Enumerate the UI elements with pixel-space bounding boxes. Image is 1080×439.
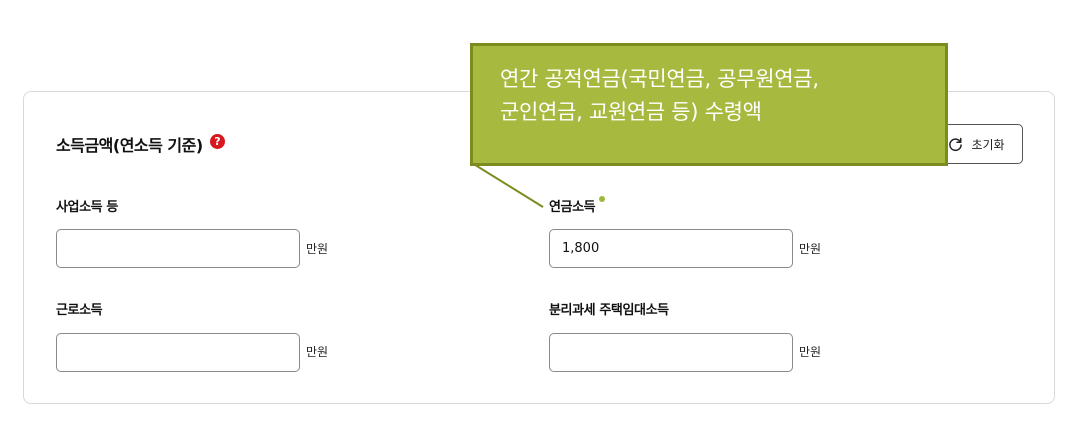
earned-income-label: 근로소득: [56, 303, 103, 318]
pension-income-label: 연금소득: [549, 196, 606, 217]
business-income-unit: 만원: [306, 242, 329, 256]
highlight-dot-icon: [599, 196, 606, 202]
earned-income-input[interactable]: [56, 333, 300, 372]
reset-button-label: 초기화: [971, 137, 1005, 152]
rental-income-label: 분리과세 주택임대소득: [549, 303, 669, 318]
pension-income-unit: 만원: [799, 242, 822, 256]
rental-income-input[interactable]: [549, 333, 793, 372]
business-income-input[interactable]: [56, 229, 300, 268]
business-income-label: 사업소득 등: [56, 200, 118, 215]
section-title-text: 소득금액(연소득 기준): [56, 136, 203, 155]
pension-tooltip: 연간 공적연금(국민연금, 공무원연금, 군인연금, 교원연금 등) 수령액: [470, 43, 948, 166]
pension-income-input[interactable]: [549, 229, 793, 268]
earned-income-unit: 만원: [306, 345, 329, 359]
pension-income-label-text: 연금소득: [549, 200, 596, 215]
question-circle-icon[interactable]: ?: [209, 133, 225, 149]
section-title: 소득금액(연소득 기준) ?: [56, 132, 225, 156]
tooltip-line-2: 군인연금, 교원연금 등) 수령액: [500, 100, 762, 124]
rental-income-unit: 만원: [799, 345, 822, 359]
refresh-icon: [949, 137, 963, 151]
tooltip-line-1: 연간 공적연금(국민연금, 공무원연금,: [500, 67, 819, 91]
